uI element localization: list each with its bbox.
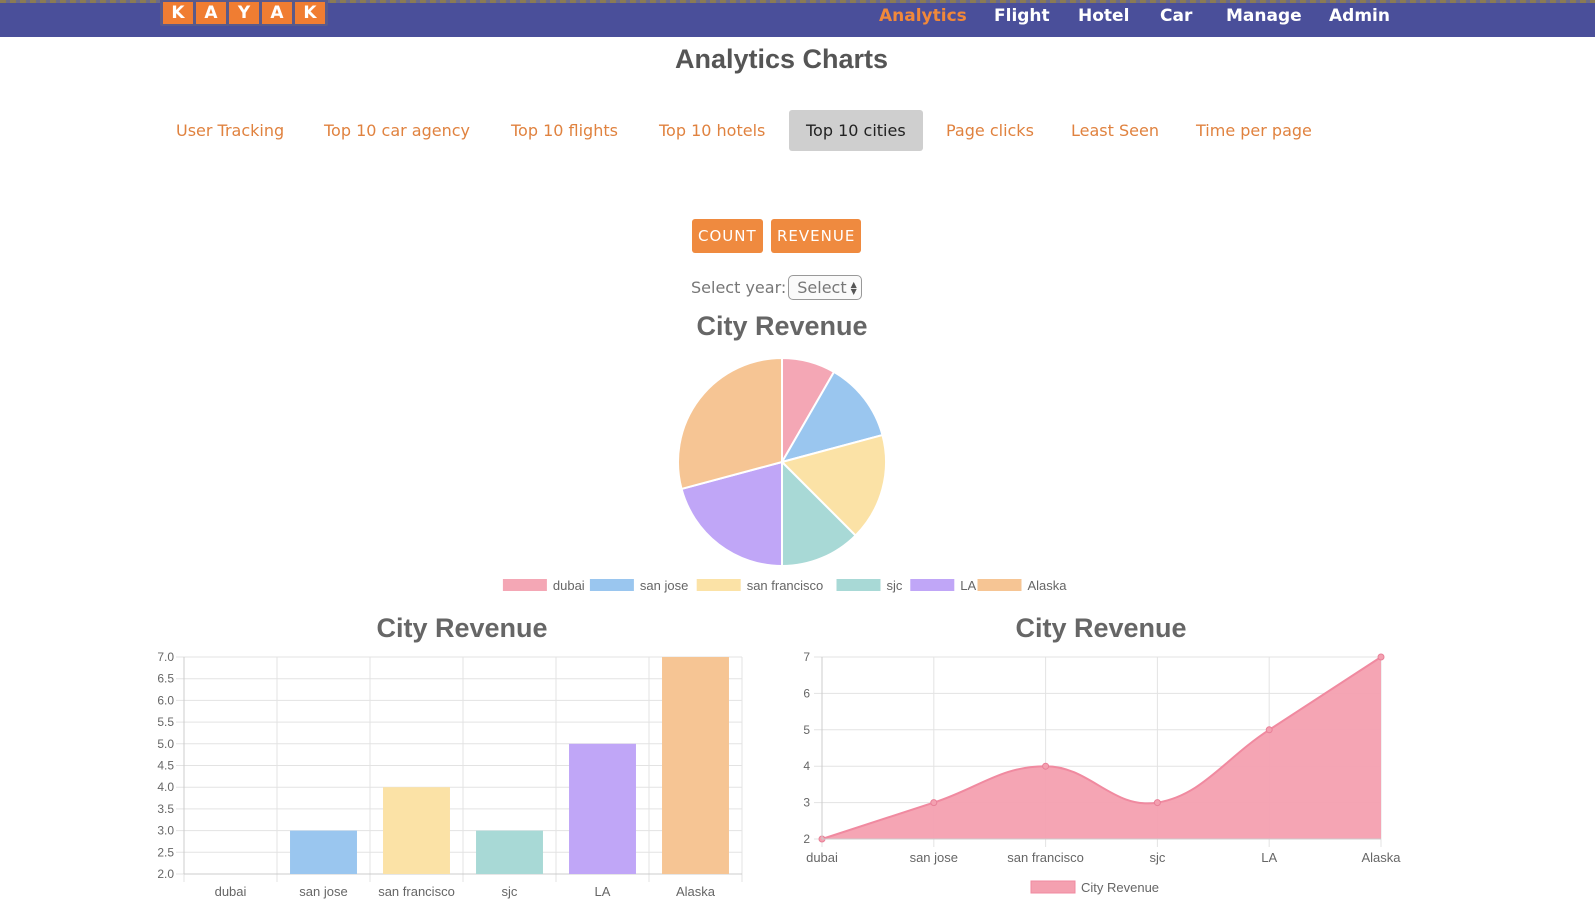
x-tick-label: dubai [215,884,247,899]
legend-swatch [1030,880,1076,894]
y-tick-label: 2 [803,832,810,846]
legend-swatch [502,579,547,591]
bar-san-francisco [383,787,450,874]
y-tick-label: 4.5 [157,759,174,773]
tab-top-10-flights[interactable]: Top 10 flights [494,110,635,151]
y-tick-label: 3 [803,796,810,810]
tab-time-per-page[interactable]: Time per page [1179,110,1329,151]
y-tick-label: 3.0 [157,824,174,838]
bar-alaska [662,657,729,874]
bar-la [569,743,636,874]
bar-chart-title: City Revenue [376,613,548,643]
tab-page-clicks[interactable]: Page clicks [929,110,1051,151]
data-point-san-jose [930,799,938,807]
year-select-value: Select [797,278,847,297]
y-tick-label: 2.0 [157,867,174,881]
count-button[interactable]: COUNT [692,219,763,253]
logo-letter: K [163,2,193,24]
tab-user-tracking[interactable]: User Tracking [159,110,301,151]
bar-san-jose [290,830,357,874]
y-tick-label: 3.5 [157,802,174,816]
tab-top-10-cities[interactable]: Top 10 cities [789,110,923,151]
logo-letter: A [262,2,292,24]
data-point-la [1265,726,1273,734]
x-tick-label: san jose [910,850,958,865]
legend-label: dubai [553,578,585,593]
y-tick-label: 2.5 [157,845,174,859]
x-tick-label: LA [595,884,611,899]
legend-swatch [836,579,881,591]
x-tick-label: LA [1261,850,1277,865]
year-select[interactable]: Select ▲ ▼ [788,275,862,300]
revenue-button[interactable]: REVENUE [771,219,862,253]
x-tick-label: sjc [1149,850,1165,865]
nav-manage[interactable]: Manage [1226,6,1302,26]
logo-letter: A [196,2,226,24]
bar-sjc [476,830,543,874]
data-point-sjc [1153,799,1161,807]
x-tick-label: san francisco [1007,850,1084,865]
legend-swatch [910,579,955,591]
pie-chart: dubai san jose san francisco sjc LA Alaska [502,356,1068,593]
y-tick-label: 5 [803,723,810,737]
nav-admin[interactable]: Admin [1329,6,1390,26]
y-tick-label: 7.0 [157,650,174,664]
x-tick-label: san francisco [378,884,455,899]
legend-swatch [977,579,1022,591]
kayak-logo[interactable]: K A Y A K [160,0,328,26]
x-tick-label: Alaska [1361,850,1401,865]
nav-flight[interactable]: Flight [994,6,1050,26]
y-tick-label: 6.0 [157,693,174,707]
select-arrows-icon: ▲ ▼ [850,279,857,296]
y-tick-label: 4 [803,759,810,773]
area-chart-title: City Revenue [1015,613,1187,643]
page-title: Analytics Charts [674,44,889,74]
legend-swatch [696,579,741,591]
legend-label: san jose [640,578,688,593]
x-tick-label: dubai [806,850,838,865]
y-tick-label: 5.0 [157,737,174,751]
tab-least-seen[interactable]: Least Seen [1054,110,1176,151]
x-tick-label: Alaska [676,884,716,899]
y-tick-label: 6.5 [157,672,174,686]
x-tick-label: sjc [502,884,518,899]
year-select-row: Select year: Select ▲ ▼ [691,275,862,300]
pie-chart-title: City Revenue [696,311,868,341]
area-chart: 2 3 4 5 6 7 dubai san jose san francisco sjc LA Ala… [803,650,1401,895]
logo-letter: Y [229,2,259,24]
y-tick-label: 7 [803,650,810,664]
x-tick-label: san jose [299,884,347,899]
bar-chart: 2.0 2.5 3.0 3.5 4.0 4.5 5.0 5.5 6.0 6.5 7.0 dubai sa… [157,650,743,899]
legend-label: LA [960,578,976,593]
y-tick-label: 4.0 [157,780,174,794]
legend-label: sjc [887,578,903,593]
top-navbar: K A Y A K Analytics Flight Hotel Car Man… [0,0,1595,37]
nav-hotel[interactable]: Hotel [1078,6,1129,26]
data-point-alaska [1377,653,1385,661]
data-point-san-francisco [1042,762,1050,770]
y-tick-label: 5.5 [157,715,174,729]
y-tick-label: 6 [803,686,810,700]
logo-letter: K [295,2,325,24]
year-select-label: Select year: [691,278,787,297]
tab-top-10-car-agency[interactable]: Top 10 car agency [307,110,487,151]
legend-label: san francisco [747,578,824,593]
legend-swatch [589,579,634,591]
legend-label: City Revenue [1081,880,1159,895]
nav-analytics[interactable]: Analytics [879,6,967,26]
nav-car[interactable]: Car [1160,6,1192,26]
legend-label: Alaska [1028,578,1068,593]
tab-top-10-hotels[interactable]: Top 10 hotels [642,110,782,151]
